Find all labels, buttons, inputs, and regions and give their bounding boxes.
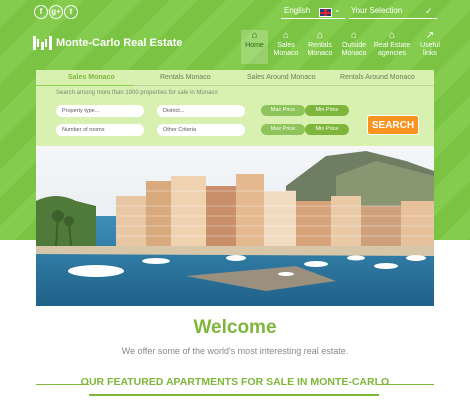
site-name: Monte-Carlo Real Estate bbox=[56, 37, 183, 49]
nav-real-estate-agencies[interactable]: ⌂ Real Estate agencies bbox=[372, 30, 412, 64]
nav-links-line2: links bbox=[422, 50, 437, 57]
tab-sales-around-monaco[interactable]: Sales Around Monaco bbox=[247, 74, 316, 81]
rooms-select[interactable]: Number of rooms bbox=[56, 124, 144, 136]
nav-agencies-line1: Real Estate bbox=[373, 42, 411, 49]
chevron-down-icon: ⌄ bbox=[334, 5, 341, 14]
tab-rentals-around-monaco[interactable]: Rentals Around Monaco bbox=[340, 74, 415, 81]
other-criteria-select[interactable]: Other Criteria bbox=[157, 124, 245, 136]
nav-outside-line1: Outside bbox=[341, 42, 367, 49]
welcome-tagline: We offer some of the world's most intere… bbox=[121, 346, 349, 356]
nav-rentals-line1: Rentals bbox=[308, 42, 332, 49]
hero-photo-monaco bbox=[36, 146, 434, 306]
nav-outside-monaco[interactable]: ⌂ Outside Monaco bbox=[339, 30, 369, 64]
welcome-heading: Welcome bbox=[193, 317, 277, 338]
external-link-icon: ↗ bbox=[425, 30, 435, 41]
language-selector[interactable]: English ⌄ bbox=[281, 5, 345, 19]
nav-links-line1: Useful bbox=[420, 42, 440, 49]
district-select[interactable]: District... bbox=[157, 105, 245, 117]
house-icon: ⌂ bbox=[350, 30, 358, 41]
min-price-input[interactable]: Min Price bbox=[305, 105, 349, 116]
active-tab-indicator bbox=[36, 85, 134, 86]
nav-home-label: Home bbox=[245, 42, 264, 49]
nav-sales-monaco[interactable]: ⌂ Sales Monaco bbox=[272, 30, 300, 64]
uk-flag-icon bbox=[319, 8, 332, 17]
search-tabs: Sales Monaco Rentals Monaco Sales Around… bbox=[36, 70, 434, 85]
twitter-icon[interactable]: t bbox=[64, 5, 78, 19]
tab-sales-monaco[interactable]: Sales Monaco bbox=[68, 74, 115, 81]
nav-outside-line2: Monaco bbox=[341, 50, 367, 57]
house-icon: ⌂ bbox=[282, 30, 290, 41]
search-button[interactable]: SEARCH bbox=[367, 115, 419, 135]
nav-sales-line1: Sales bbox=[277, 42, 295, 49]
your-selection-link[interactable]: Your Selection ✓ bbox=[349, 6, 437, 19]
nav-rentals-line2: Monaco bbox=[307, 50, 333, 57]
nav-useful-links[interactable]: ↗ Useful links bbox=[417, 30, 443, 64]
max-price-input-2[interactable]: Max Price bbox=[261, 124, 305, 135]
property-type-select[interactable]: Property type... bbox=[56, 105, 144, 117]
nav-rentals-monaco[interactable]: ⌂ Rentals Monaco bbox=[306, 30, 334, 64]
language-label: English bbox=[284, 6, 311, 15]
min-price-input-2[interactable]: Min Price bbox=[305, 124, 349, 135]
search-hint: Search among more than 1000 properties f… bbox=[56, 90, 218, 96]
harbor-illustration bbox=[36, 146, 434, 306]
selection-icon: ✓ bbox=[425, 6, 433, 16]
selection-label: Your Selection bbox=[351, 6, 403, 15]
google-plus-icon[interactable]: g+ bbox=[49, 5, 63, 19]
nav-agencies-line2: agencies bbox=[377, 50, 407, 57]
tab-rentals-monaco[interactable]: Rentals Monaco bbox=[160, 74, 211, 81]
house-icon: ⌂ bbox=[316, 30, 324, 41]
nav-home[interactable]: ⌂ Home bbox=[241, 30, 268, 64]
featured-section-heading: OUR FEATURED APARTMENTS FOR SALE IN MONT… bbox=[36, 374, 434, 396]
nav-sales-line2: Monaco bbox=[273, 50, 299, 57]
top-bar: f g+ t English ⌄ Your Selection ✓ bbox=[0, 0, 470, 22]
home-icon: ⌂ bbox=[251, 30, 258, 41]
max-price-input[interactable]: Max Price bbox=[261, 105, 305, 116]
search-panel: Sales Monaco Rentals Monaco Sales Around… bbox=[36, 70, 434, 146]
logo-mark-icon bbox=[33, 36, 53, 50]
featured-title: OUR FEATURED APARTMENTS FOR SALE IN MONT… bbox=[80, 376, 390, 388]
house-icon: ⌂ bbox=[388, 30, 396, 41]
facebook-icon[interactable]: f bbox=[34, 5, 48, 19]
